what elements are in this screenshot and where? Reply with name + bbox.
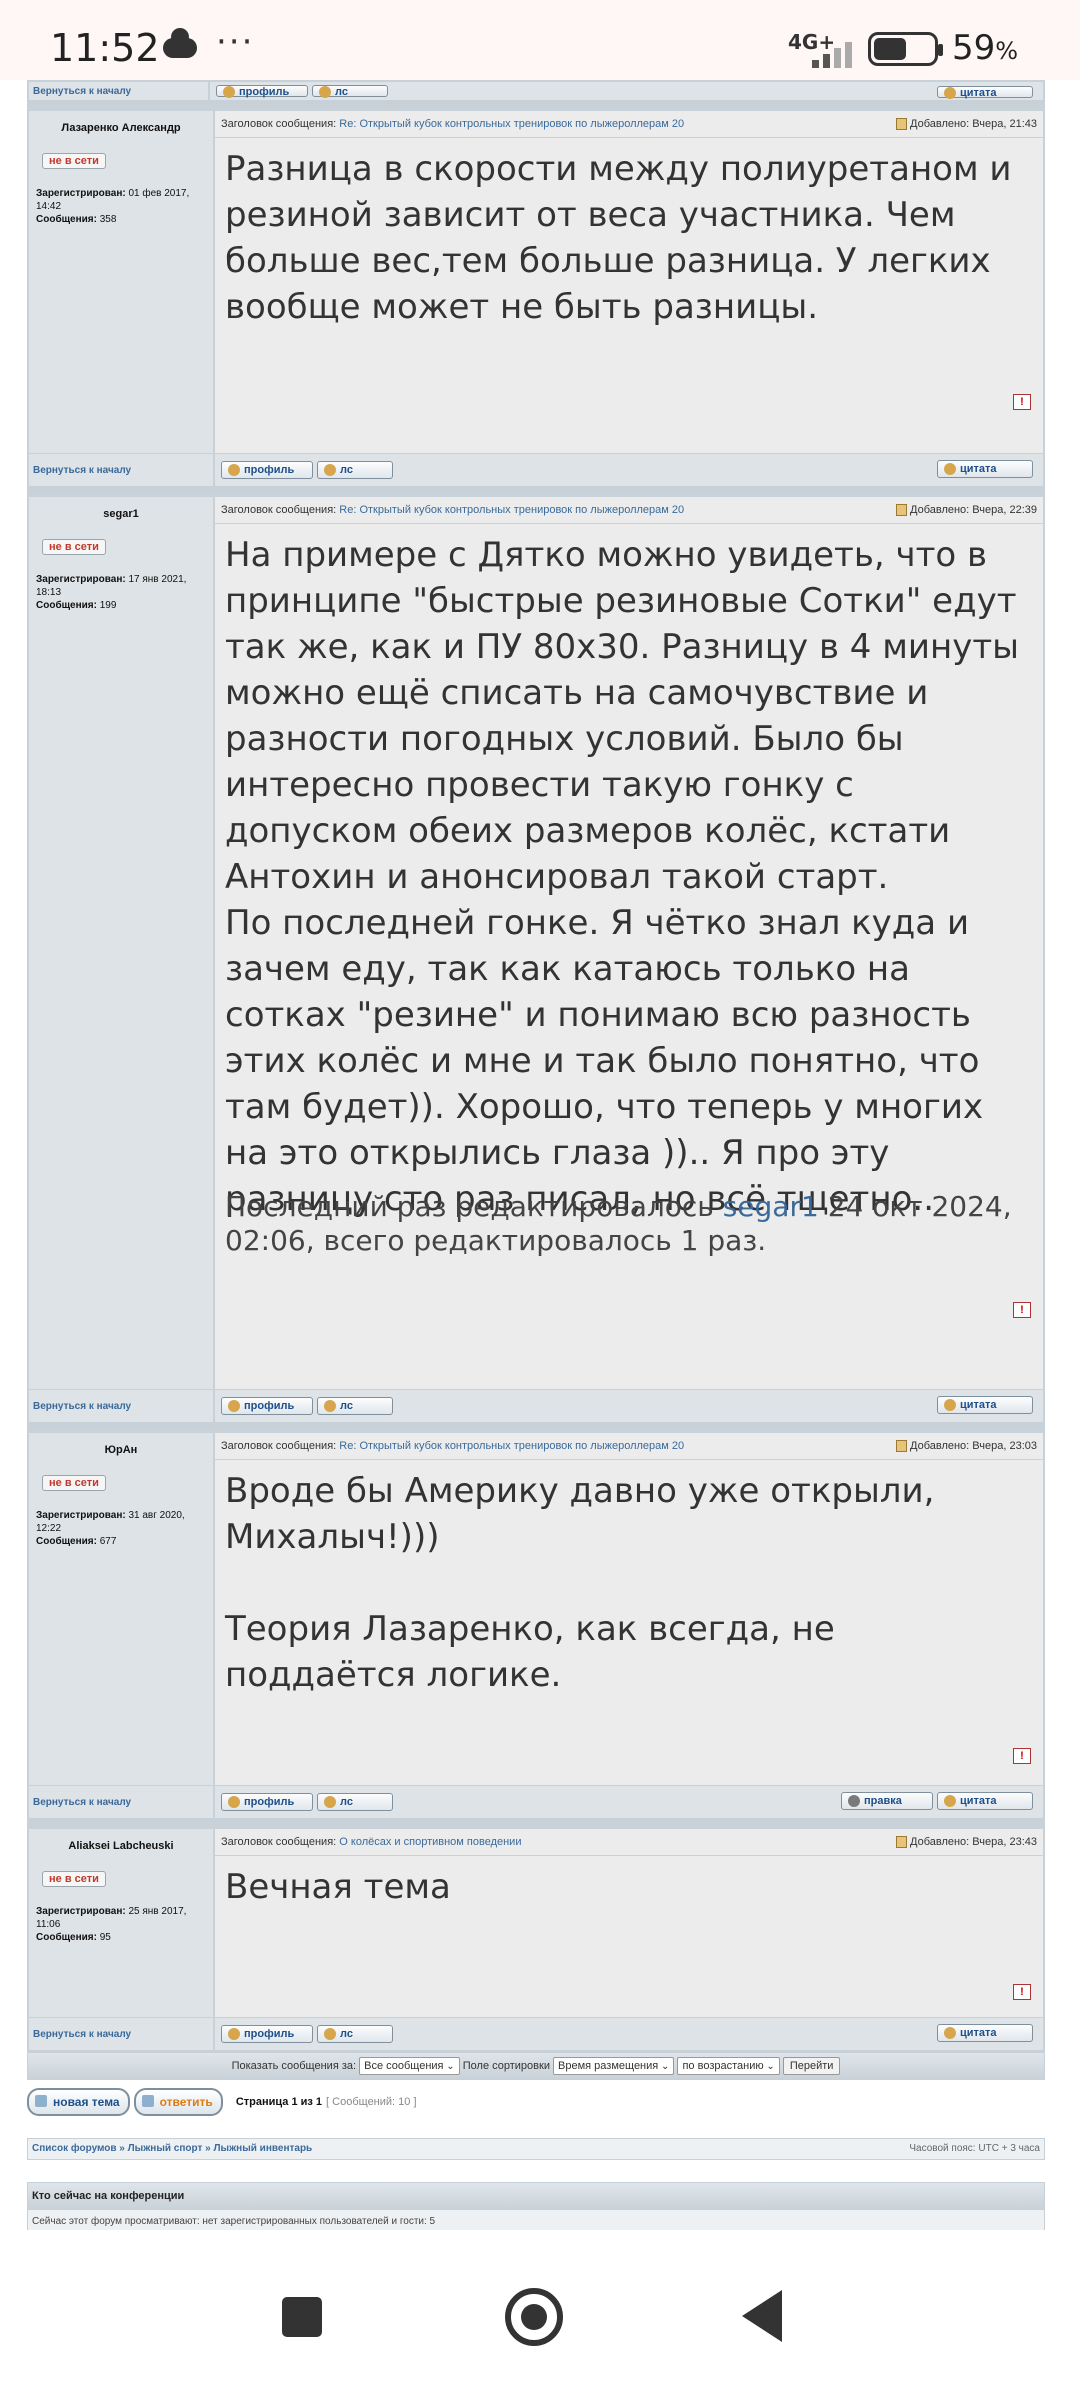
profile-button[interactable]: профиль bbox=[216, 84, 308, 98]
back-to-top-link[interactable]: Вернуться к началу bbox=[28, 80, 210, 101]
post: ЮрАн не в сети Зарегистрирован: 31 авг 2… bbox=[27, 1424, 1045, 1820]
back-to-top-link[interactable]: Вернуться к началу bbox=[28, 1785, 215, 1819]
quote-button[interactable]: цитата bbox=[937, 460, 1033, 478]
profile-button[interactable]: профиль bbox=[221, 1792, 313, 1811]
post-link-icon[interactable] bbox=[896, 1440, 907, 1453]
edit-button[interactable]: правка bbox=[841, 1792, 933, 1810]
breadcrumb: Список форумов » Лыжный спорт » Лыжный и… bbox=[27, 2138, 1045, 2160]
post-header: Заголовок сообщения: О колёсах и спортив… bbox=[215, 1829, 1043, 1856]
recent-apps-icon[interactable] bbox=[282, 2297, 322, 2337]
author-name[interactable]: ЮрАн bbox=[34, 1439, 208, 1461]
post-subject-link[interactable]: Re: Открытый кубок контрольных тренирово… bbox=[339, 118, 684, 130]
post-header: Заголовок сообщения: Re: Открытый кубок … bbox=[215, 497, 1043, 524]
quote-button[interactable]: цитата bbox=[937, 1792, 1033, 1810]
post-body: Разница в скорости между полиуретаном и … bbox=[225, 149, 1012, 327]
report-icon[interactable]: ! bbox=[1013, 394, 1031, 410]
post-link-icon[interactable] bbox=[896, 1836, 907, 1849]
new-topic-button[interactable]: новая тема bbox=[27, 2088, 130, 2116]
back-to-top-link[interactable]: Вернуться к началу bbox=[28, 1389, 215, 1423]
sort-field-select[interactable]: Время размещения bbox=[553, 2057, 675, 2076]
author-name[interactable]: Лазаренко Александр bbox=[34, 117, 208, 139]
pagination: Страница 1 из 1[ Сообщений: 10 ] bbox=[235, 2096, 417, 2108]
post-subject-link[interactable]: Re: Открытый кубок контрольных тренирово… bbox=[339, 1440, 684, 1452]
edit-note: Последний раз редактировалось segar1 24 … bbox=[225, 1190, 1012, 1257]
cloud-icon bbox=[163, 28, 197, 58]
breadcrumb-subsection-link[interactable]: Лыжный инвентарь bbox=[214, 2143, 313, 2154]
signal-icon bbox=[812, 34, 864, 68]
post-header: Заголовок сообщения: Re: Открытый кубок … bbox=[215, 111, 1043, 138]
battery-percent: 59% bbox=[952, 28, 1019, 68]
display-options-bar: Показать сообщения за: Все сообщения Пол… bbox=[27, 2052, 1045, 2080]
go-button[interactable]: Перейти bbox=[782, 2057, 841, 2076]
edit-user-link[interactable]: segar1 bbox=[723, 1190, 819, 1223]
breadcrumb-forums-link[interactable]: Список форумов bbox=[32, 2143, 117, 2154]
navigation-bar bbox=[0, 2230, 1080, 2400]
post-body: Вроде бы Америку давно уже открыли, Миха… bbox=[225, 1471, 935, 1695]
offline-status-badge: не в сети bbox=[42, 1871, 106, 1887]
offline-status-badge: не в сети bbox=[42, 1475, 106, 1491]
timezone-label: Часовой пояс: UTC + 3 часа bbox=[909, 2143, 1040, 2154]
author-meta: Зарегистрирован: 25 янв 2017, 11:06 Сооб… bbox=[36, 1906, 187, 1943]
reply-button[interactable]: ответить bbox=[133, 2088, 223, 2116]
show-period-select[interactable]: Все сообщения bbox=[359, 2057, 460, 2076]
post-link-icon[interactable] bbox=[896, 118, 907, 131]
author-meta: Зарегистрирован: 17 янв 2021, 18:13 Сооб… bbox=[36, 574, 187, 611]
pm-button[interactable]: лс bbox=[317, 460, 393, 479]
post-link-icon[interactable] bbox=[896, 504, 907, 517]
quote-button[interactable]: цитата bbox=[937, 85, 1033, 99]
status-bar: 11:52 ··· 4G+ 59% bbox=[0, 0, 1080, 80]
report-icon[interactable]: ! bbox=[1013, 1748, 1031, 1764]
who-is-online-title: Кто сейчас на конференции bbox=[28, 2183, 1044, 2209]
pm-button[interactable]: лс bbox=[312, 84, 388, 98]
back-to-top-link[interactable]: Вернуться к началу bbox=[28, 2017, 215, 2051]
author-name[interactable]: segar1 bbox=[34, 503, 208, 525]
clock: 11:52 bbox=[50, 26, 160, 70]
post: segar1 не в сети Зарегистрирован: 17 янв… bbox=[27, 488, 1045, 1424]
quote-button[interactable]: цитата bbox=[937, 1396, 1033, 1414]
previous-post-fragment: Вернуться к началу профиль лс цитата bbox=[27, 80, 1045, 102]
post-body: Вечная тема bbox=[225, 1867, 451, 1907]
post: Лазаренко Александр не в сети Зарегистри… bbox=[27, 102, 1045, 488]
report-icon[interactable]: ! bbox=[1013, 1984, 1031, 2000]
breadcrumb-section-link[interactable]: Лыжный спорт bbox=[128, 2143, 203, 2154]
battery-icon bbox=[868, 32, 943, 66]
quote-button[interactable]: цитата bbox=[937, 2024, 1033, 2042]
pm-button[interactable]: лс bbox=[317, 1792, 393, 1811]
profile-button[interactable]: профиль bbox=[221, 460, 313, 479]
pm-button[interactable]: лс bbox=[317, 2024, 393, 2043]
author-meta: Зарегистрирован: 31 авг 2020, 12:22 Сооб… bbox=[36, 1510, 185, 1547]
who-is-online: Кто сейчас на конференции Сейчас этот фо… bbox=[27, 2182, 1045, 2235]
offline-status-badge: не в сети bbox=[42, 153, 106, 169]
back-to-top-link[interactable]: Вернуться к началу bbox=[28, 453, 215, 487]
post-header: Заголовок сообщения: Re: Открытый кубок … bbox=[215, 1433, 1043, 1460]
profile-button[interactable]: профиль bbox=[221, 2024, 313, 2043]
profile-button[interactable]: профиль bbox=[221, 1396, 313, 1415]
home-icon[interactable] bbox=[505, 2288, 563, 2346]
post-subject-link[interactable]: О колёсах и спортивном поведении bbox=[339, 1836, 521, 1848]
pm-button[interactable]: лс bbox=[317, 1396, 393, 1415]
forum-topic-page: Вернуться к началу профиль лс цитата Лаза… bbox=[27, 80, 1045, 2235]
sort-order-select[interactable]: по возрастанию bbox=[677, 2057, 780, 2076]
back-icon[interactable] bbox=[742, 2290, 782, 2342]
author-name[interactable]: Aliaksei Labcheuski bbox=[34, 1835, 208, 1857]
post-body: На примере с Дятко можно увидеть, что в … bbox=[225, 535, 1019, 1219]
topic-actions: новая тема ответить Страница 1 из 1[ Сооб… bbox=[27, 2088, 1045, 2120]
post: Aliaksei Labcheuski не в сети Зарегистри… bbox=[27, 1820, 1045, 2052]
author-meta: Зарегистрирован: 01 фев 2017, 14:42 Сооб… bbox=[36, 188, 190, 225]
offline-status-badge: не в сети bbox=[42, 539, 106, 555]
post-subject-link[interactable]: Re: Открытый кубок контрольных тренирово… bbox=[339, 504, 684, 516]
report-icon[interactable]: ! bbox=[1013, 1302, 1031, 1318]
more-notifications-icon: ··· bbox=[216, 22, 255, 62]
